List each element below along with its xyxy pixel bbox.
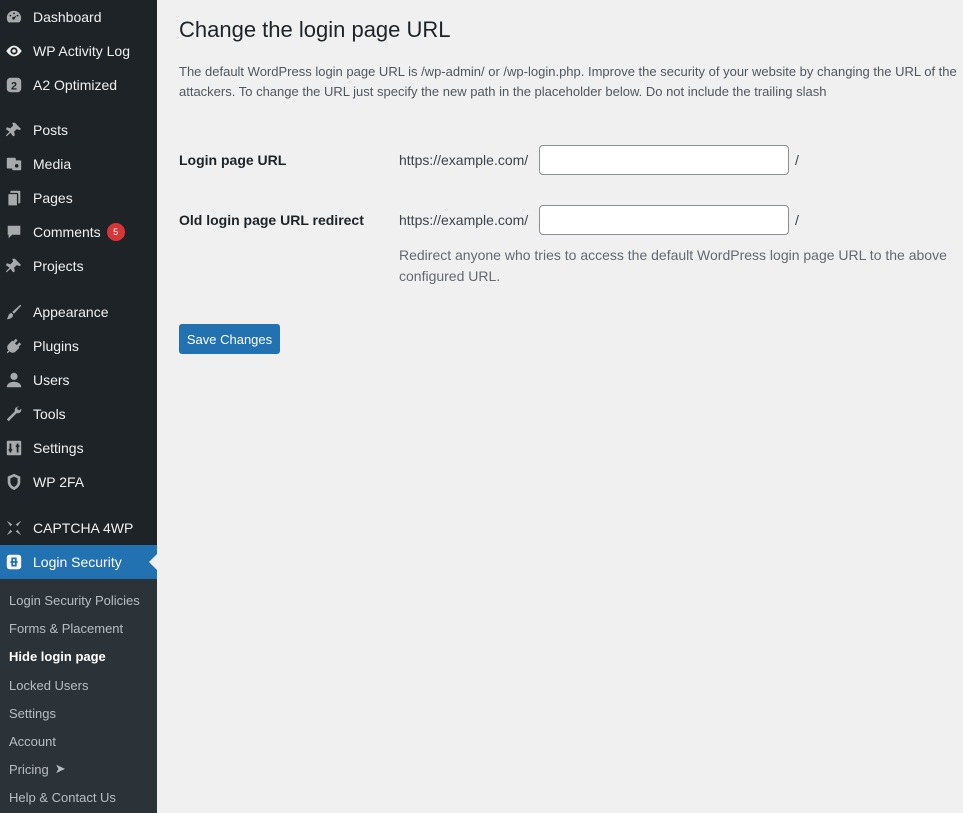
menu-label: Posts — [33, 122, 69, 138]
user-icon — [4, 370, 24, 390]
old-redirect-prefix: https://example.com/ — [399, 212, 529, 228]
old-redirect-suffix: / — [795, 212, 799, 228]
menu-label: Settings — [33, 440, 84, 456]
media-icon — [4, 154, 24, 174]
arrow-right-icon: ➤ — [54, 761, 66, 776]
eye-icon — [4, 41, 24, 61]
wrench-icon — [4, 404, 24, 424]
submenu-help-contact[interactable]: Help & Contact Us — [9, 783, 116, 811]
menu-settings[interactable]: Settings — [0, 431, 157, 465]
admin-sidebar: Dashboard WP Activity Log 2 A2 Optimized… — [0, 0, 157, 813]
menu-comments[interactable]: Comments 5 — [0, 215, 157, 249]
menu-label: CAPTCHA 4WP — [33, 520, 134, 536]
login-url-input[interactable] — [539, 145, 789, 175]
menu-dashboard[interactable]: Dashboard — [0, 0, 157, 34]
page-title: Change the login page URL — [179, 17, 451, 42]
menu-label: Login Security — [33, 554, 122, 570]
pages-icon — [4, 188, 24, 208]
description-line-1: The default WordPress login page URL is … — [179, 64, 957, 79]
menu-label: Pages — [33, 190, 73, 206]
menu-posts[interactable]: Posts — [0, 113, 157, 147]
a2-logo-icon: 2 — [4, 75, 24, 95]
menu-projects[interactable]: Projects — [0, 249, 157, 283]
captcha-icon — [4, 518, 24, 538]
login-url-label: Login page URL — [179, 152, 287, 168]
login-security-icon — [4, 552, 24, 572]
menu-login-security[interactable]: Login Security — [0, 545, 157, 579]
menu-label: Appearance — [33, 304, 109, 320]
comment-icon — [4, 222, 24, 242]
old-redirect-help: Redirect anyone who tries to access the … — [399, 247, 947, 284]
menu-a2-optimized[interactable]: 2 A2 Optimized — [0, 68, 157, 102]
menu-users[interactable]: Users — [0, 363, 157, 397]
submenu-settings[interactable]: Settings — [9, 699, 56, 727]
menu-media[interactable]: Media — [0, 147, 157, 181]
brush-icon — [4, 302, 24, 322]
old-redirect-label: Old login page URL redirect — [179, 212, 364, 228]
login-url-prefix: https://example.com/ — [399, 152, 529, 168]
shield-icon — [4, 472, 24, 492]
menu-wp-2fa[interactable]: WP 2FA — [0, 465, 157, 499]
menu-label: Users — [33, 372, 70, 388]
submenu-locked-users[interactable]: Locked Users — [9, 671, 88, 699]
login-security-submenu: Login Security Policies Forms & Placemen… — [0, 579, 157, 813]
dashboard-icon — [4, 7, 24, 27]
menu-label: Dashboard — [33, 9, 102, 25]
main-content: Change the login page URL The default Wo… — [157, 0, 963, 813]
submenu-label: Pricing — [9, 761, 49, 777]
submenu-login-security-policies[interactable]: Login Security Policies — [9, 586, 140, 614]
menu-label: Comments — [33, 224, 101, 240]
menu-plugins[interactable]: Plugins — [0, 329, 157, 363]
pin-icon — [4, 256, 24, 276]
submenu-pricing[interactable]: Pricing ➤ — [9, 755, 66, 783]
menu-label: Tools — [33, 406, 66, 422]
plugin-icon — [4, 336, 24, 356]
comments-count-badge: 5 — [106, 223, 125, 241]
menu-label: WP 2FA — [33, 474, 85, 490]
submenu-forms-placement[interactable]: Forms & Placement — [9, 614, 123, 642]
page-description: The default WordPress login page URL is … — [179, 62, 963, 102]
settings-icon — [4, 438, 24, 458]
svg-text:2: 2 — [11, 81, 17, 93]
menu-wp-activity-log[interactable]: WP Activity Log — [0, 34, 157, 68]
description-line-2: attackers. To change the URL just specif… — [179, 84, 827, 99]
login-url-suffix: / — [795, 152, 799, 168]
menu-captcha-4wp[interactable]: CAPTCHA 4WP — [0, 511, 157, 545]
save-changes-button[interactable]: Save Changes — [179, 324, 280, 354]
menu-label: Media — [33, 156, 72, 172]
pin-icon — [4, 120, 24, 140]
menu-appearance[interactable]: Appearance — [0, 295, 157, 329]
old-redirect-input[interactable] — [539, 205, 789, 235]
menu-label: WP Activity Log — [33, 43, 131, 59]
submenu-account[interactable]: Account — [9, 727, 56, 755]
menu-label: Plugins — [33, 338, 79, 354]
menu-label: A2 Optimized — [33, 77, 118, 93]
menu-tools[interactable]: Tools — [0, 397, 157, 431]
menu-label: Projects — [33, 258, 84, 274]
submenu-hide-login-page[interactable]: Hide login page — [9, 642, 106, 670]
menu-pages[interactable]: Pages — [0, 181, 157, 215]
